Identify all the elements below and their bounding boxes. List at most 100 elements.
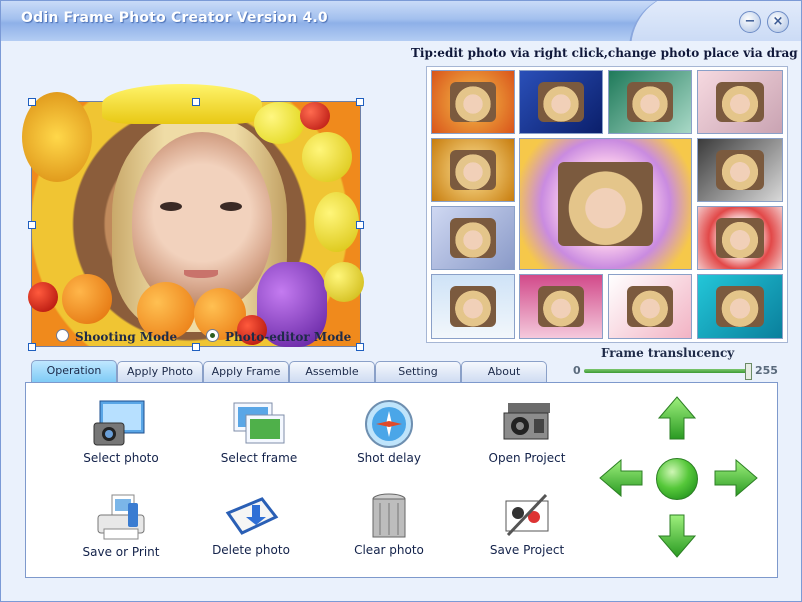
frame-thumb-11[interactable] (519, 274, 603, 339)
fruit-lemon-3 (314, 192, 359, 252)
delete-photo-label: Delete photo (212, 543, 290, 557)
select-frame-icon (230, 399, 288, 449)
compass-icon (360, 399, 418, 449)
tab-setting[interactable]: Setting (375, 361, 461, 382)
shot-delay-button[interactable]: Shot delay (339, 399, 439, 465)
frame-thumb-photo (716, 286, 764, 327)
fruit-tomato (300, 102, 330, 130)
trash-can-icon (360, 491, 418, 541)
frame-thumb-8[interactable] (431, 206, 515, 270)
tab-apply-frame[interactable]: Apply Frame (203, 361, 289, 382)
resize-handle-br[interactable] (356, 343, 364, 351)
main-body: Shooting Mode Photo-editor Mode Tip:edit… (1, 41, 801, 601)
frame-thumb-4[interactable] (697, 70, 783, 134)
close-icon: × (772, 14, 784, 29)
delete-photo-button[interactable]: Delete photo (201, 491, 301, 557)
frame-thumb-photo (557, 162, 654, 246)
resize-handle-bl[interactable] (28, 343, 36, 351)
frame-thumb-photo (450, 218, 496, 258)
select-frame-button[interactable]: Select frame (209, 399, 309, 465)
select-photo-button[interactable]: Select photo (71, 399, 171, 465)
frame-thumb-12[interactable] (608, 274, 692, 339)
tab-about[interactable]: About (461, 361, 547, 382)
fruit-tomato-2 (28, 282, 58, 312)
shooting-mode-label: Shooting Mode (75, 330, 178, 344)
frame-thumb-10[interactable] (431, 274, 515, 339)
close-button[interactable]: × (767, 11, 789, 33)
frame-translucency-label: Frame translucency (601, 346, 735, 360)
frame-thumb-6-large[interactable] (519, 138, 692, 270)
photo-editor-mode-label: Photo-editor Mode (225, 330, 352, 344)
clear-photo-button[interactable]: Clear photo (339, 491, 439, 557)
frame-thumb-9[interactable] (697, 206, 783, 270)
resize-handle-tl[interactable] (28, 98, 36, 106)
frame-thumb-photo (716, 150, 764, 190)
minimize-button[interactable]: − (739, 11, 761, 33)
film-camera-icon (498, 399, 556, 449)
slider-thumb[interactable] (745, 363, 752, 380)
slider-max-label: 255 (755, 364, 778, 377)
arrow-left-icon[interactable] (599, 459, 643, 497)
fruit-bananas (102, 84, 262, 124)
select-frame-label: Select frame (220, 451, 298, 465)
resize-handle-r[interactable] (356, 221, 364, 229)
fruit-lemon-2 (302, 132, 352, 182)
save-project-button[interactable]: Save Project (477, 491, 577, 557)
shot-delay-label: Shot delay (357, 451, 421, 465)
photo-eye-right (220, 202, 242, 211)
open-project-label: Open Project (488, 451, 566, 465)
frame-thumb-photo (450, 286, 496, 327)
photo-editor-mode-radio[interactable] (206, 329, 219, 342)
clear-photo-label: Clear photo (354, 543, 424, 557)
slider-min-label: 0 (573, 364, 581, 377)
resize-handle-b[interactable] (192, 343, 200, 351)
save-project-label: Save Project (489, 543, 565, 557)
open-project-button[interactable]: Open Project (477, 399, 577, 465)
frame-thumb-photo (538, 286, 584, 327)
photo-eye-left (160, 202, 182, 211)
fruit-lemon-4 (324, 262, 364, 302)
frame-thumb-photo (627, 286, 673, 327)
resize-handle-t[interactable] (192, 98, 200, 106)
frame-thumb-photo (450, 150, 496, 190)
window-title: Odin Frame Photo Creator Version 4.0 (21, 10, 328, 26)
resize-handle-l[interactable] (28, 221, 36, 229)
title-bar[interactable]: Odin Frame Photo Creator Version 4.0 − × (1, 1, 801, 49)
arrow-up-icon[interactable] (658, 396, 696, 440)
photo-mouth (184, 270, 218, 278)
frame-thumb-3[interactable] (608, 70, 692, 134)
frame-thumb-photo (450, 82, 496, 122)
frame-thumb-13[interactable] (697, 274, 783, 339)
frame-thumbnail-grid (426, 66, 788, 343)
tip-text: Tip:edit photo via right click,change ph… (411, 46, 802, 60)
arrow-down-icon[interactable] (658, 514, 696, 558)
frame-thumb-5[interactable] (431, 138, 515, 202)
shooting-mode-radio[interactable] (56, 329, 69, 342)
photo-canvas[interactable] (22, 84, 364, 347)
frame-translucency-slider[interactable] (584, 369, 749, 373)
frame-thumb-photo (627, 82, 673, 122)
frame-thumb-photo (538, 82, 584, 122)
minimize-icon: − (744, 14, 756, 29)
arrow-right-icon[interactable] (714, 459, 758, 497)
resize-handle-tr[interactable] (356, 98, 364, 106)
shooting-mode-option[interactable]: Shooting Mode (56, 329, 177, 344)
frame-thumb-photo (716, 218, 764, 258)
frame-thumb-photo (716, 82, 764, 122)
save-or-print-button[interactable]: Save or Print (71, 493, 171, 559)
tab-operation[interactable]: Operation (31, 360, 117, 383)
fruit-lemon (254, 102, 304, 144)
delete-tray-icon (222, 491, 280, 541)
printer-icon (92, 493, 150, 543)
frame-thumb-2[interactable] (519, 70, 603, 134)
tab-assemble-photo[interactable]: Assemble photo (289, 361, 375, 398)
select-photo-label: Select photo (83, 451, 159, 465)
tab-apply-photo[interactable]: Apply Photo (117, 361, 203, 382)
center-orb-icon[interactable] (656, 458, 698, 500)
frame-thumb-7[interactable] (697, 138, 783, 202)
frame-thumb-1[interactable] (431, 70, 515, 134)
photo-editor-mode-option[interactable]: Photo-editor Mode (206, 329, 351, 344)
paint-tools-icon (498, 491, 556, 541)
app-window: Odin Frame Photo Creator Version 4.0 − × (0, 0, 802, 602)
select-photo-icon (92, 399, 150, 449)
